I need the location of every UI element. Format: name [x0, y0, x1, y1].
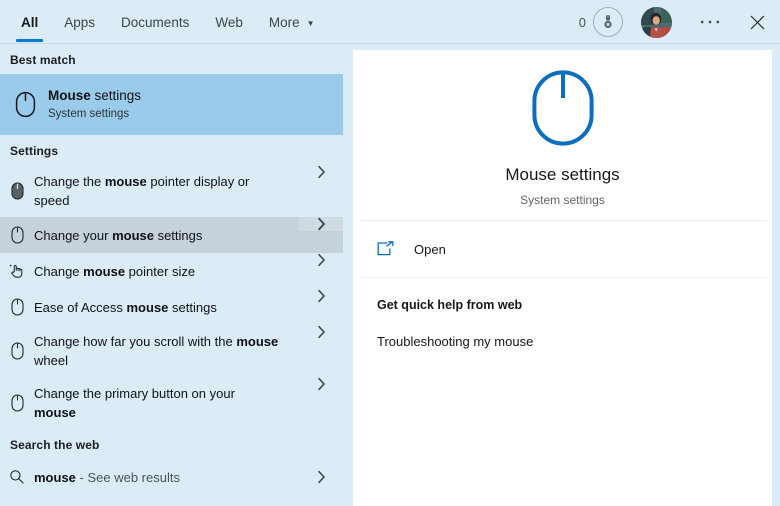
chevron-right-icon[interactable] — [299, 165, 343, 179]
best-match-result[interactable]: Mouse settings System settings — [0, 74, 343, 135]
tab-all[interactable]: All — [8, 0, 51, 44]
active-tab-indicator — [16, 39, 44, 42]
tab-more[interactable]: More ▼ — [256, 0, 328, 44]
settings-result-label: Change your mouse settings — [34, 226, 299, 245]
chevron-right-icon[interactable] — [299, 325, 343, 339]
web-search-result[interactable]: mouse - See web results — [0, 459, 343, 495]
best-match-title-rest: settings — [90, 88, 142, 103]
best-match-text: Mouse settings System settings — [48, 87, 141, 122]
settings-result-label: Ease of Access mouse settings — [34, 298, 299, 317]
label-pre: Change how far you scroll with the — [34, 334, 237, 349]
chevron-right-icon[interactable] — [299, 289, 343, 303]
preview-panel: Mouse settings System settings Open Get … — [353, 50, 772, 506]
label-bold: mouse — [236, 334, 279, 349]
tab-web-label: Web — [215, 14, 243, 30]
open-label: Open — [414, 241, 446, 257]
label-pre: Change the primary button on your — [34, 386, 235, 401]
label-post: settings — [168, 299, 217, 315]
label-bold: mouse — [83, 263, 126, 279]
best-match-header: Best match — [10, 53, 76, 67]
web-search-label: mouse - See web results — [34, 470, 299, 485]
best-match-subtitle: System settings — [48, 108, 130, 120]
settings-result-item[interactable]: Change the primary button on your mouse — [0, 377, 343, 429]
quick-help-title: Get quick help from web — [377, 298, 523, 312]
chevron-right-icon[interactable] — [299, 377, 343, 391]
mouse-icon — [0, 226, 34, 244]
tab-more-label: More — [268, 14, 300, 30]
tab-all-label: All — [21, 14, 39, 30]
preview-subtitle: System settings — [520, 193, 605, 207]
web-query-text: mouse — [34, 469, 76, 485]
label-post: pointer size — [125, 263, 196, 279]
settings-results-list: Change the mouse pointer display or spee… — [0, 165, 353, 429]
preview-title: Mouse settings — [505, 165, 620, 184]
mouse-icon — [0, 298, 34, 316]
tab-apps[interactable]: Apps — [51, 0, 108, 44]
tab-web[interactable]: Web — [202, 0, 256, 44]
label-pre: Change the — [34, 174, 105, 189]
best-match-title: Mouse settings — [48, 87, 141, 104]
settings-result-label: Change the primary button on your mouse — [34, 384, 299, 422]
rewards-count: 0 — [578, 14, 586, 30]
label-post: wheel — [34, 353, 68, 368]
label-pre: Change your — [34, 227, 113, 243]
chevron-right-icon[interactable] — [299, 253, 343, 267]
settings-result-label: Change mouse pointer size — [34, 262, 299, 281]
results-list-panel: Best match Mouse settings System setting… — [0, 44, 353, 506]
label-bold: mouse — [104, 174, 147, 189]
tab-apps-label: Apps — [64, 14, 96, 30]
topbar-actions: 0 — [579, 0, 780, 44]
mouse-icon-large — [531, 70, 594, 151]
preview-hero: Mouse settings System settings — [353, 50, 772, 220]
open-external-icon — [377, 241, 407, 257]
label-bold: mouse — [112, 227, 154, 243]
ellipsis-icon[interactable] — [694, 6, 726, 38]
label-bold: mouse — [34, 405, 76, 420]
chevron-down-icon: ▼ — [306, 18, 315, 28]
settings-result-item[interactable]: Change mouse pointer size — [0, 253, 343, 289]
label-pre: Ease of Access — [34, 299, 127, 315]
label-bold: mouse — [126, 299, 169, 315]
open-action[interactable]: Open — [353, 221, 772, 277]
tab-documents[interactable]: Documents — [108, 0, 202, 44]
search-filter-bar: All Apps Documents Web More ▼ 0 — [0, 0, 780, 44]
search-the-web-header: Search the web — [10, 438, 100, 452]
search-icon — [0, 469, 34, 485]
settings-result-label: Change the mouse pointer display or spee… — [34, 172, 299, 210]
settings-result-item[interactable]: Ease of Access mouse settings — [0, 289, 343, 325]
mouse-icon — [2, 91, 48, 118]
windows-search-results: All Apps Documents Web More ▼ 0 Best mat… — [0, 0, 780, 506]
filter-tabs: All Apps Documents Web More ▼ — [8, 0, 328, 44]
settings-result-item[interactable]: Change the mouse pointer display or spee… — [0, 165, 343, 217]
settings-result-item[interactable]: Change your mouse settings — [0, 217, 343, 253]
label-post: settings — [153, 227, 203, 243]
web-see-results-text: - See web results — [75, 469, 180, 485]
settings-result-item[interactable]: Change how far you scroll with the mouse… — [0, 325, 343, 377]
quick-help-section: Get quick help from web Troubleshooting … — [353, 278, 772, 349]
user-avatar[interactable] — [641, 6, 672, 38]
tab-documents-label: Documents — [121, 14, 190, 30]
close-icon[interactable] — [734, 0, 780, 44]
mouse-icon — [0, 182, 34, 200]
hand-pointer-icon — [0, 263, 34, 279]
chevron-right-icon[interactable] — [299, 459, 343, 495]
settings-header: Settings — [10, 144, 59, 158]
mouse-icon — [0, 394, 34, 412]
chevron-right-icon[interactable] — [299, 217, 343, 231]
mouse-icon — [0, 342, 34, 360]
medal-icon[interactable] — [593, 7, 623, 37]
best-match-title-bold: Mouse — [48, 88, 91, 103]
settings-result-label: Change how far you scroll with the mouse… — [34, 332, 299, 370]
label-pre: Change — [34, 263, 84, 279]
quick-help-link[interactable]: Troubleshooting my mouse — [377, 334, 772, 349]
